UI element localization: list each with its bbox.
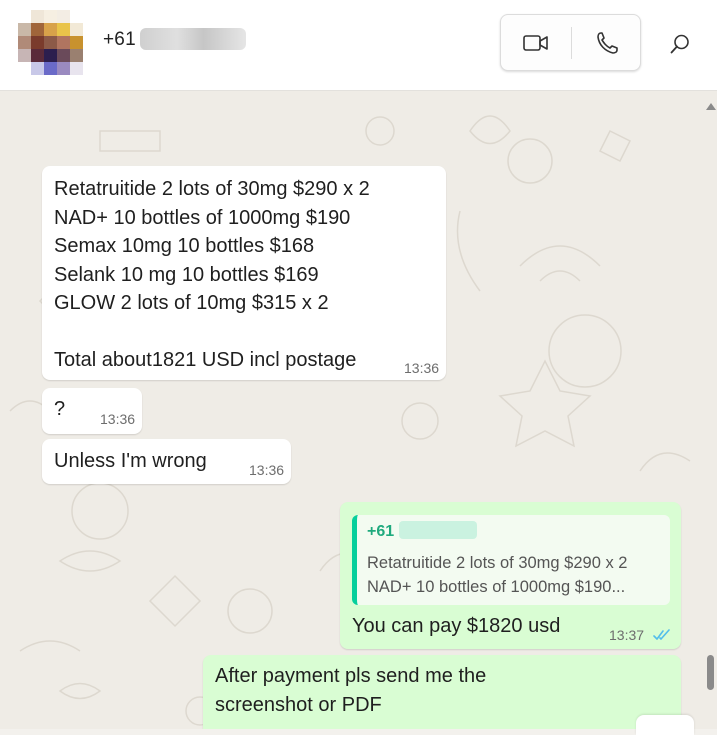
double-check-read-icon — [653, 629, 670, 640]
quoted-author: +61 — [367, 523, 395, 540]
scroll-to-bottom-button[interactable] — [636, 715, 694, 735]
contact-name[interactable]: +61 — [103, 29, 136, 51]
message-bubble-outgoing[interactable]: +61 Retatruitide 2 lots of 30mg $290 x 2… — [340, 502, 681, 649]
message-bubble-incoming[interactable]: ? 13:36 — [42, 388, 142, 434]
message-time: 13:37 — [609, 627, 645, 643]
message-text: Retatruitide 2 lots of 30mg $290 x 2 NAD… — [54, 178, 370, 371]
message-text: Unless I'm wrong — [54, 450, 207, 472]
message-bubble-incoming[interactable]: Unless I'm wrong 13:36 — [42, 439, 291, 484]
message-text: You can pay $1820 usd — [352, 615, 561, 637]
chat-header: +61 — [0, 0, 717, 91]
message-time: 13:36 — [249, 462, 285, 478]
message-text: After payment pls send me the screenshot… — [215, 665, 487, 716]
video-camera-icon — [523, 34, 548, 51]
message-time: 13:36 — [404, 360, 440, 376]
voice-call-button[interactable] — [572, 15, 642, 70]
message-bubble-incoming[interactable]: Retatruitide 2 lots of 30mg $290 x 2 NAD… — [42, 166, 446, 380]
quoted-message[interactable]: +61 Retatruitide 2 lots of 30mg $290 x 2… — [352, 515, 670, 605]
contact-avatar[interactable] — [18, 10, 84, 76]
scrollbar-thumb[interactable] — [707, 655, 714, 690]
message-list[interactable]: Retatruitide 2 lots of 30mg $290 x 2 NAD… — [0, 91, 717, 729]
quoted-text-line: NAD+ 10 bottles of 1000mg $190... — [367, 578, 626, 596]
video-call-button[interactable] — [501, 15, 571, 70]
redacted-phone-number — [140, 28, 246, 50]
quoted-text-line: Retatruitide 2 lots of 30mg $290 x 2 — [367, 554, 628, 572]
phone-icon — [597, 31, 618, 54]
search-icon — [670, 34, 689, 54]
message-text: ? — [54, 398, 66, 420]
message-bubble-outgoing[interactable]: After payment pls send me the screenshot… — [203, 655, 681, 729]
call-button-group — [500, 14, 641, 71]
message-time: 13:36 — [100, 411, 136, 427]
redacted-phone-number — [399, 521, 477, 539]
search-button[interactable] — [663, 27, 697, 61]
scroll-up-arrow-icon[interactable] — [705, 101, 717, 111]
